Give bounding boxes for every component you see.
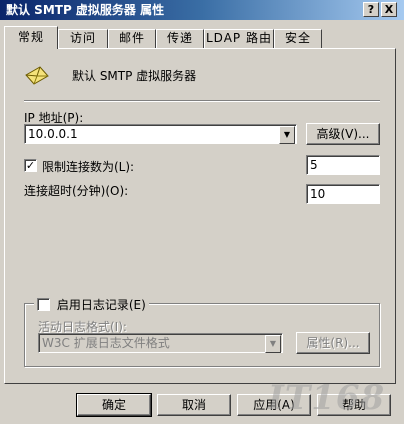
ip-address-dropdown[interactable]: 10.0.0.1 ▼ (24, 124, 297, 144)
enable-logging-checkbox[interactable] (37, 298, 50, 311)
tab-security[interactable]: 安全 (274, 29, 322, 48)
tab-general[interactable]: 常规 (4, 26, 58, 49)
window-title: 默认 SMTP 虚拟服务器 属性 (6, 3, 165, 17)
limit-connections-input[interactable]: 5 (306, 155, 380, 175)
tab-delivery[interactable]: 传递 (156, 29, 204, 48)
ok-button[interactable]: 确定 (76, 393, 152, 417)
ip-address-value: 10.0.0.1 (28, 127, 78, 141)
log-format-dropdown[interactable]: W3C 扩展日志文件格式 ▼ (38, 333, 283, 353)
title-bar: 默认 SMTP 虚拟服务器 属性 (0, 0, 404, 20)
cancel-button[interactable]: 取消 (157, 394, 231, 416)
connection-timeout-input[interactable]: 10 (306, 184, 380, 204)
logging-group-header: 启用日志记录(E) (34, 296, 149, 312)
tab-ldap-routing[interactable]: LDAP 路由 (204, 29, 274, 48)
envelope-icon (24, 62, 50, 88)
dropdown-arrow-icon[interactable]: ▼ (279, 126, 295, 144)
server-name: 默认 SMTP 虚拟服务器 (72, 69, 197, 83)
dropdown-arrow-icon[interactable]: ▼ (265, 335, 281, 353)
watermark-logo: IT168 (268, 378, 386, 418)
limit-connections-checkbox[interactable]: ✓ (24, 159, 37, 172)
close-title-button[interactable]: X (381, 2, 397, 17)
log-format-value: W3C 扩展日志文件格式 (42, 336, 170, 350)
advanced-button[interactable]: 高级(V)... (306, 123, 380, 145)
connection-timeout-label: 连接超时(分钟)(O): (24, 184, 129, 198)
tab-access[interactable]: 访问 (58, 29, 108, 48)
enable-logging-label: 启用日志记录(E) (56, 298, 146, 312)
log-properties-button[interactable]: 属性(R)... (296, 332, 370, 354)
help-title-button[interactable]: ? (363, 2, 379, 17)
limit-connections-label: 限制连接数为(L): (42, 160, 135, 174)
separator (24, 100, 380, 102)
tab-messages[interactable]: 邮件 (108, 29, 156, 48)
checkmark-icon: ✓ (25, 159, 36, 172)
